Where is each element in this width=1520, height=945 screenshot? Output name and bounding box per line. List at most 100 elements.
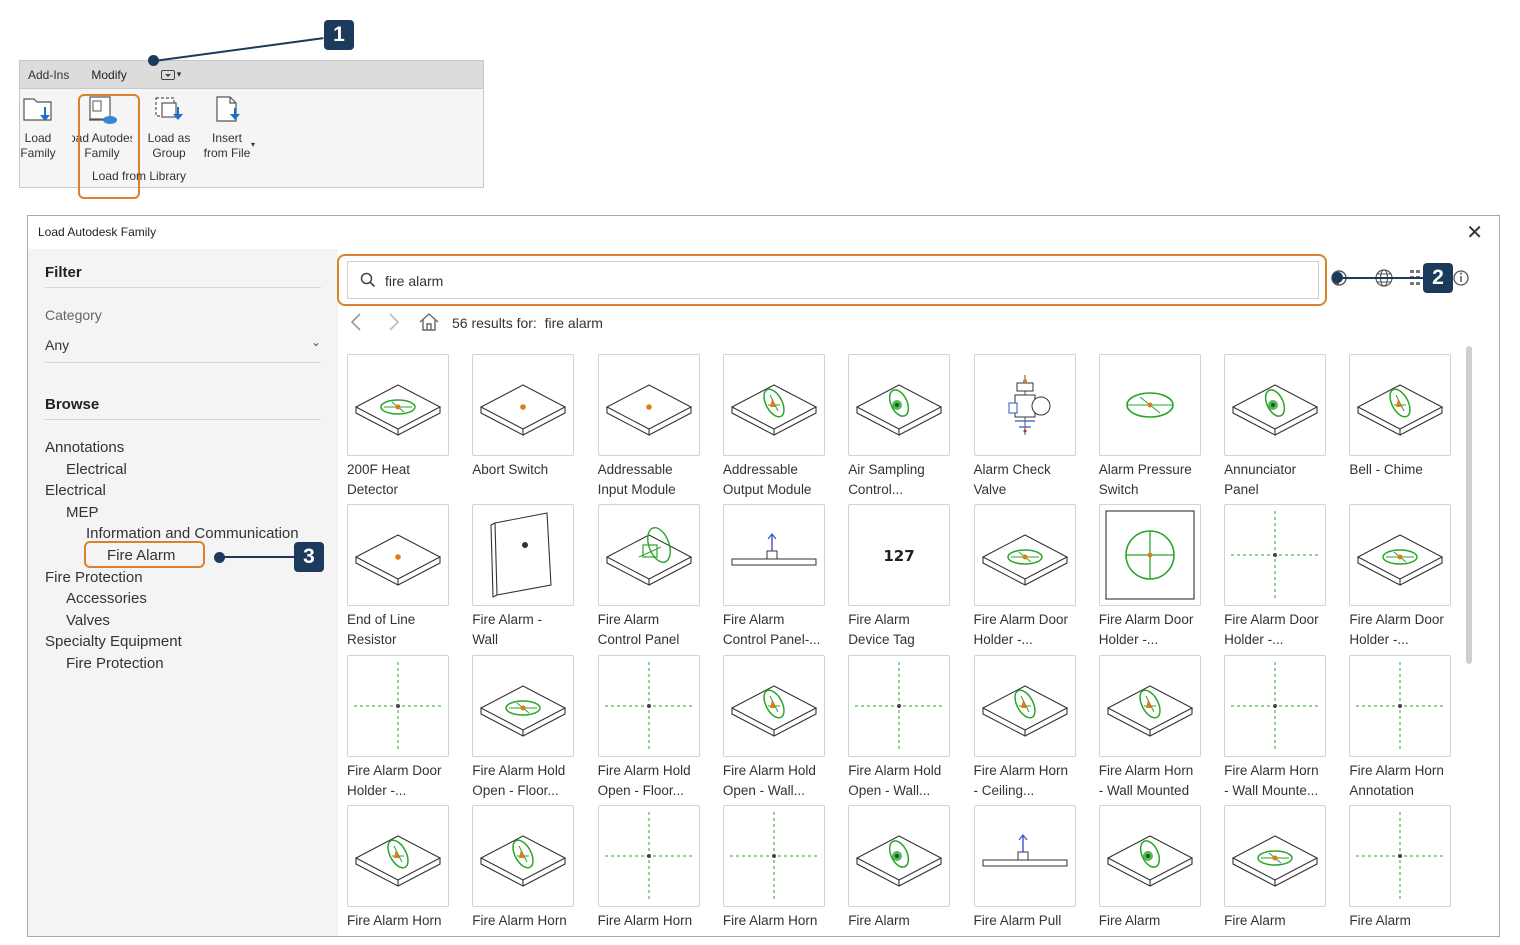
family-name-line-2: Switch	[1098, 481, 1139, 497]
family-thumbnail-icon	[731, 533, 817, 566]
family-tile[interactable]	[472, 655, 575, 757]
forward-arrow-icon[interactable]	[384, 312, 402, 332]
family-tile[interactable]	[597, 805, 700, 907]
family-name-line-1: Alarm Pressure	[1098, 462, 1192, 477]
search-input[interactable]: fire alarm	[347, 261, 1319, 299]
family-tile[interactable]	[1349, 354, 1452, 456]
family-thumbnail-icon	[604, 662, 693, 750]
family-thumbnail-icon	[856, 384, 943, 436]
family-tile[interactable]	[1098, 504, 1201, 606]
family-tile[interactable]	[347, 504, 449, 606]
family-tile[interactable]	[1224, 504, 1327, 606]
family-tile[interactable]	[973, 805, 1076, 907]
family-thumbnail-icon	[730, 384, 818, 436]
chevron-down-icon[interactable]: ⌄	[311, 335, 321, 349]
family-tile[interactable]	[597, 655, 700, 757]
family-name-line-1: Fire Alarm	[848, 612, 910, 627]
tab-modify[interactable]: Modify	[83, 61, 134, 89]
close-icon[interactable]: ✕	[1466, 220, 1483, 245]
family-tile[interactable]	[472, 504, 575, 606]
tab-add-ins[interactable]: Add-Ins	[20, 61, 77, 89]
family-tile[interactable]	[1224, 805, 1327, 907]
family-name-line-1: Fire Alarm	[597, 612, 660, 627]
family-thumbnail-icon	[1231, 662, 1320, 750]
family-tile[interactable]	[848, 354, 951, 456]
tree-item-mep[interactable]: MEP	[45, 502, 299, 524]
family-tile[interactable]	[472, 354, 575, 456]
family-tile[interactable]	[1224, 354, 1327, 456]
family-name-line-2: Panel	[1224, 481, 1259, 497]
family-tile[interactable]	[722, 354, 825, 456]
family-tile[interactable]	[1098, 805, 1201, 907]
tree-item-accessories[interactable]: Accessories	[45, 588, 299, 610]
family-tile[interactable]: 127	[848, 504, 951, 606]
family-tile-label: Fire Alarm Hold Open - Wall...	[848, 761, 968, 800]
family-tile[interactable]	[597, 354, 700, 456]
family-thumbnail-icon	[981, 685, 1068, 737]
family-tile[interactable]	[347, 655, 449, 757]
family-tile[interactable]	[973, 655, 1076, 757]
family-thumbnail-icon	[1125, 392, 1174, 418]
load-autodesk-family-dialog: Load Autodesk Family ✕ Filter Category A…	[27, 215, 1500, 937]
tab-overflow-dropdown[interactable]: ▾	[160, 69, 182, 80]
family-tile-label: Fire Alarm Door Holder -...	[1349, 610, 1469, 649]
tree-item-annotations-electrical[interactable]: Electrical	[45, 459, 299, 481]
family-thumbnail-icon	[729, 812, 818, 900]
tree-item-valves[interactable]: Valves	[45, 610, 299, 632]
family-tile[interactable]	[597, 504, 700, 606]
family-tile-label: Fire Alarm Door Holder -...	[1224, 610, 1344, 649]
family-tile-label: End of Line Resistor	[347, 610, 467, 649]
chevron-down-icon: ▾	[176, 69, 182, 79]
family-tile[interactable]	[973, 354, 1076, 456]
family-tile-label: Fire Alarm Horn - Wall Mounted	[1099, 761, 1219, 800]
callout-2-line	[1338, 277, 1424, 279]
family-tile[interactable]	[1349, 504, 1452, 606]
family-name-line-1: Fire Alarm Horn	[347, 913, 442, 928]
family-name-line-1: Fire Alarm Door	[347, 763, 442, 778]
info-icon[interactable]	[1452, 267, 1470, 289]
family-tile[interactable]	[1098, 354, 1201, 456]
scrollbar[interactable]	[1466, 346, 1472, 664]
family-tile-label: Fire Alarm Horn	[723, 911, 843, 931]
family-thumbnail-icon	[1231, 384, 1319, 436]
family-tile[interactable]	[973, 504, 1076, 606]
home-icon[interactable]	[418, 312, 440, 332]
tree-item-fire-protection[interactable]: Fire Protection	[45, 567, 299, 589]
load-as-group-button[interactable]: Load as Group	[139, 93, 199, 161]
family-name-line-2: Output Module	[722, 481, 812, 497]
insert-from-file-label-1: Insert	[211, 131, 242, 145]
family-tile[interactable]	[1349, 805, 1452, 907]
family-tile[interactable]	[722, 655, 825, 757]
family-thumbnail-icon	[480, 384, 567, 436]
family-thumbnail-icon	[1106, 835, 1193, 887]
family-tile[interactable]	[722, 504, 825, 606]
category-select[interactable]: Any	[45, 337, 69, 353]
family-tile[interactable]	[1349, 655, 1452, 757]
dropdown-arrow-icon[interactable]: ▾	[251, 137, 255, 152]
family-tile[interactable]	[722, 805, 825, 907]
load-family-button[interactable]: Load Family	[8, 93, 68, 161]
tree-item-annotations[interactable]: Annotations	[45, 437, 299, 459]
family-tile[interactable]	[1098, 655, 1201, 757]
family-tile-label: Fire Alarm Horn	[347, 911, 467, 931]
back-arrow-icon[interactable]	[348, 312, 366, 332]
family-tile[interactable]	[848, 655, 951, 757]
family-tile[interactable]	[1224, 655, 1327, 757]
family-tile-label: Fire Alarm - Wall	[472, 610, 592, 649]
family-name-line-1: Fire Alarm	[1224, 913, 1286, 928]
family-tile[interactable]	[347, 805, 449, 907]
family-thumbnail-icon	[354, 534, 442, 586]
family-name-line-2: Open - Floor...	[597, 782, 684, 798]
family-tile[interactable]	[472, 805, 575, 907]
family-tile-label: Fire Alarm Horn	[598, 911, 718, 931]
tree-item-specialty-fire-protection[interactable]: Fire Protection	[45, 653, 299, 675]
tree-item-specialty-equipment[interactable]: Specialty Equipment	[45, 631, 299, 653]
tree-item-electrical[interactable]: Electrical	[45, 480, 299, 502]
family-tile[interactable]	[848, 805, 951, 907]
insert-from-file-button[interactable]: Insert from File ▾	[197, 93, 257, 161]
category-label: Category	[45, 307, 102, 323]
family-thumbnail-icon	[480, 835, 567, 887]
family-tile-label: Annunciator Panel	[1224, 460, 1344, 499]
browse-heading: Browse	[45, 396, 100, 413]
family-tile[interactable]	[347, 354, 449, 456]
